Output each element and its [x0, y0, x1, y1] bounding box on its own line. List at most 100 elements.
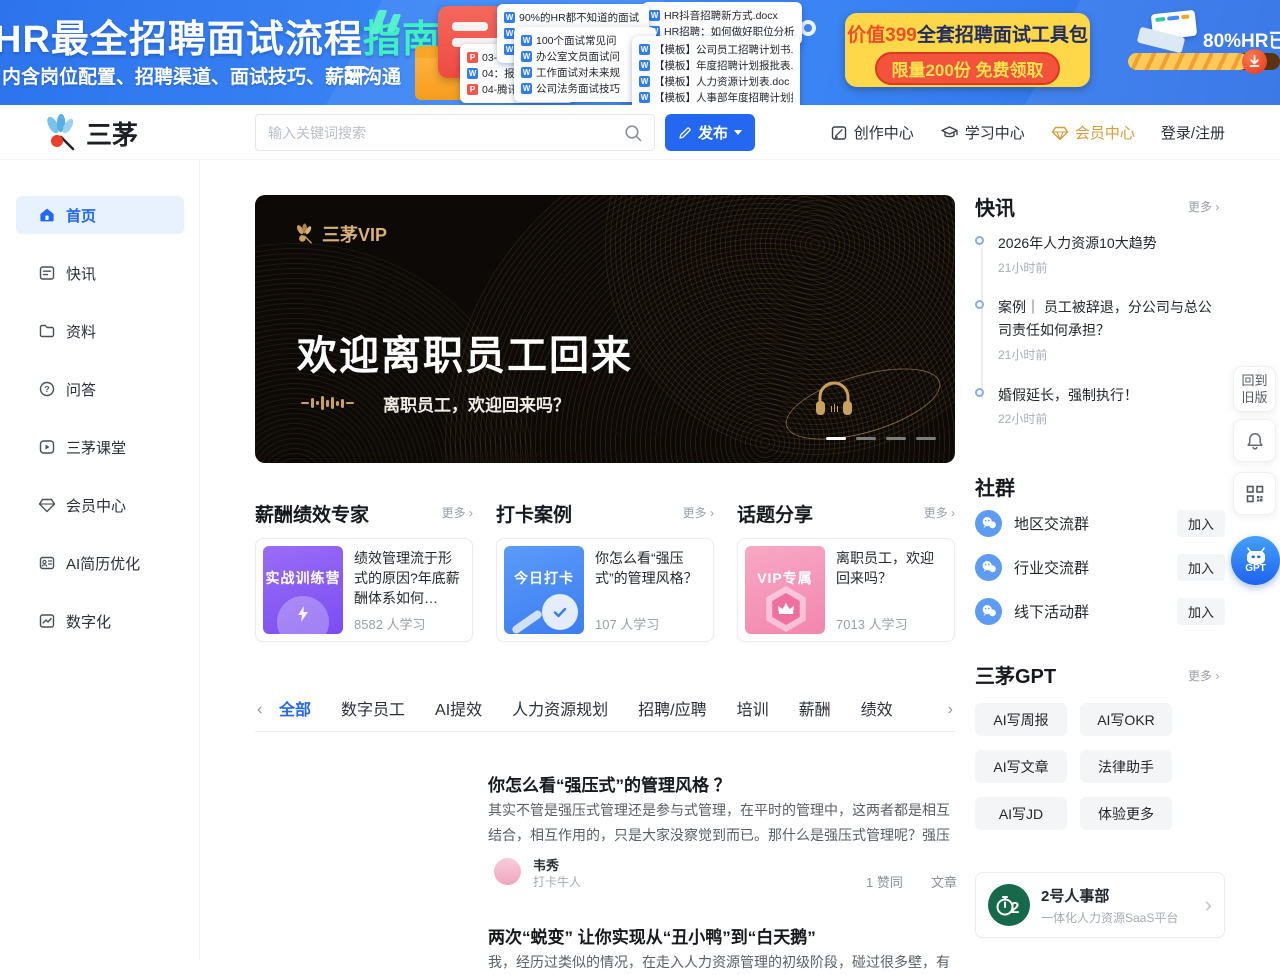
crown-icon: [777, 602, 795, 616]
gpt-tool-more[interactable]: 体验更多: [1080, 797, 1172, 830]
tab-hr-planning[interactable]: 人力资源规划: [512, 696, 608, 732]
topic-card[interactable]: VIP专属 离职员工，欢迎回来吗？ 7013 人学习: [737, 538, 955, 642]
gpt-tool-okr[interactable]: AI写OKR: [1080, 703, 1172, 736]
community-label[interactable]: 地区交流群: [1014, 513, 1177, 534]
tabs-prev-arrow[interactable]: ‹: [257, 701, 262, 719]
doc-edit-icon: [830, 124, 848, 142]
more-link[interactable]: 更多 ›: [683, 504, 714, 521]
card-count: 107 人学习: [595, 614, 703, 633]
article-desc: 我，经历过类似的情况，在走入人力资源管理的初级阶段，碰过很多壁，有些人会…: [488, 950, 952, 975]
doc-item: W100个面试常见问: [521, 33, 649, 48]
checkin-card[interactable]: 今日打卡 你怎么看“强压式”的管理风格？ 107 人学习: [496, 538, 714, 642]
offer-line1: 价值399全套招聘面试工具包: [845, 20, 1090, 47]
sidebar-item-materials[interactable]: 资料: [16, 312, 184, 350]
carousel-dots: [826, 437, 936, 440]
publish-button[interactable]: 发布: [665, 114, 755, 151]
doc-icon: P: [467, 52, 478, 63]
gpt-float-label: GPT: [1245, 563, 1266, 574]
news-more-link[interactable]: 更多 ›: [1188, 198, 1219, 215]
sidebar-item-home[interactable]: 首页: [16, 196, 184, 234]
gpt-tool-jd[interactable]: AI写JD: [975, 797, 1067, 830]
tabs-next-arrow[interactable]: ›: [948, 701, 953, 719]
nav-creator-center[interactable]: 创作中心: [830, 122, 914, 143]
category-tabs: ‹ 全部 数字员工 AI提效 人力资源规划 招聘/应聘 培训 薪酬 绩效 ›: [255, 696, 955, 732]
carousel-dot-active[interactable]: [826, 437, 846, 440]
wechat-icon: [975, 510, 1002, 537]
card-thumbnail: 实战训练营: [263, 546, 343, 634]
notification-bell-button[interactable]: [1233, 419, 1276, 462]
nav-member-center[interactable]: 会员中心: [1051, 122, 1135, 143]
tab-strip: 全部 数字员工 AI提效 人力资源规划 招聘/应聘 培训 薪酬 绩效: [279, 696, 929, 732]
carousel-dot[interactable]: [886, 437, 906, 440]
gpt-more-link[interactable]: 更多 ›: [1188, 667, 1219, 684]
carousel-dot[interactable]: [856, 437, 876, 440]
gpt-tool-legal[interactable]: 法律助手: [1080, 750, 1172, 783]
section-title: 打卡案例: [496, 505, 572, 526]
carousel-dot[interactable]: [916, 437, 936, 440]
news-item[interactable]: 婚假延长，强制执行！: [998, 384, 1220, 407]
sidebar-item-ai-resume[interactable]: AI简历优化: [16, 544, 184, 582]
site-logo[interactable]: 三茅: [40, 113, 138, 153]
sidebar-item-digital[interactable]: 数字化: [16, 602, 184, 640]
offer-claim-button[interactable]: 限量200份 免费领取: [875, 52, 1059, 85]
card-count: 8582 人学习: [354, 614, 462, 633]
join-button[interactable]: 加入: [1177, 554, 1225, 581]
hero-carousel[interactable]: 三茅VIP 欢迎离职员工回来 离职员工，欢迎回来吗？: [255, 195, 955, 463]
nav-login-register[interactable]: 登录/注册: [1161, 122, 1225, 143]
wechat-icon: [975, 554, 1002, 581]
search-icon[interactable]: [624, 124, 642, 142]
qr-code-button[interactable]: [1233, 472, 1276, 515]
left-sidebar: 首页 快讯 资料 ? 问答 三茅课堂 会员中心 AI简历优化 数字化: [0, 160, 200, 960]
tab-performance[interactable]: 绩效: [861, 696, 893, 732]
gpt-assistant-button[interactable]: GPT: [1231, 536, 1280, 585]
tab-ai[interactable]: AI提效: [435, 696, 482, 732]
author-avatar[interactable]: [494, 858, 521, 885]
doc-icon: P: [467, 84, 478, 95]
article-desc: 其实不管是强压式管理还是参与式管理，在平时的管理中，这两者都是相互结合，相互作用…: [488, 798, 952, 850]
join-button[interactable]: 加入: [1177, 598, 1225, 625]
tab-all[interactable]: 全部: [279, 696, 311, 732]
tab-training[interactable]: 培训: [737, 696, 769, 732]
community-row: 线下活动群 加入: [975, 596, 1225, 626]
join-button[interactable]: 加入: [1177, 510, 1225, 537]
folder-icon: [38, 322, 56, 340]
sidebar-item-qa[interactable]: ? 问答: [16, 370, 184, 408]
doc-icon: W: [639, 44, 650, 55]
doc-icon: W: [467, 68, 478, 79]
doc-item: W办公室文员面试问: [521, 49, 649, 64]
timeline-line: [981, 248, 983, 398]
news-time: 21小时前: [998, 259, 1047, 276]
community-row: 地区交流群 加入: [975, 508, 1225, 538]
news-item[interactable]: 案例｜ 员工被辞退，分公司与总公司责任如何承担？: [998, 296, 1220, 342]
community-label[interactable]: 线下活动群: [1014, 601, 1177, 622]
article-title[interactable]: 两次“蜕变” 让你实现从“丑小鸭”到“白天鹅”: [488, 923, 816, 948]
search-input[interactable]: [256, 125, 624, 141]
author-name[interactable]: 韦秀: [533, 855, 559, 874]
nav-learning-center[interactable]: 学习中心: [940, 122, 1025, 143]
article-likes: 1 赞同: [866, 872, 903, 891]
more-link[interactable]: 更多 ›: [442, 504, 473, 521]
dragonfly-logo-icon: [40, 113, 80, 153]
gpt-tool-weekly[interactable]: AI写周报: [975, 703, 1067, 736]
article-title[interactable]: 你怎么看“强压式”的管理风格 ？: [488, 771, 731, 796]
back-to-old-version-button[interactable]: 回到 旧版: [1233, 366, 1276, 412]
sidebar-item-member[interactable]: 会员中心: [16, 486, 184, 524]
top-ad-banner[interactable]: HR最全招聘面试流程指南 内含岗位配置、招聘渠道、面试技巧、薪酬沟通 P03- …: [0, 0, 1280, 105]
author-badge: 打卡牛人: [533, 873, 581, 890]
download-icon[interactable]: [1242, 49, 1267, 74]
offer-badge[interactable]: 价值399全套招聘面试工具包 限量200份 免费领取: [845, 13, 1090, 87]
timeline-dot: [975, 388, 984, 397]
sidebar-item-classroom[interactable]: 三茅课堂: [16, 428, 184, 466]
salary-card[interactable]: 实战训练营 绩效管理流于形式的原因?年底薪酬体系如何… 8582 人学习: [255, 538, 473, 642]
promo-card[interactable]: 2 2号人事部 一体化人力资源SaaS平台 ›: [975, 872, 1225, 938]
tab-digital-staff[interactable]: 数字员工: [341, 696, 405, 732]
news-item[interactable]: 2026年人力资源10大趋势: [998, 232, 1220, 255]
news-section-title: 快讯: [975, 192, 1015, 221]
tab-salary[interactable]: 薪酬: [799, 696, 831, 732]
gpt-tool-article[interactable]: AI写文章: [975, 750, 1067, 783]
sidebar-item-news[interactable]: 快讯: [16, 254, 184, 292]
gpt-section-title: 三茅GPT: [975, 660, 1056, 689]
tab-recruiting[interactable]: 招聘/应聘: [638, 696, 706, 732]
more-link[interactable]: 更多 ›: [924, 504, 955, 521]
community-label[interactable]: 行业交流群: [1014, 557, 1177, 578]
